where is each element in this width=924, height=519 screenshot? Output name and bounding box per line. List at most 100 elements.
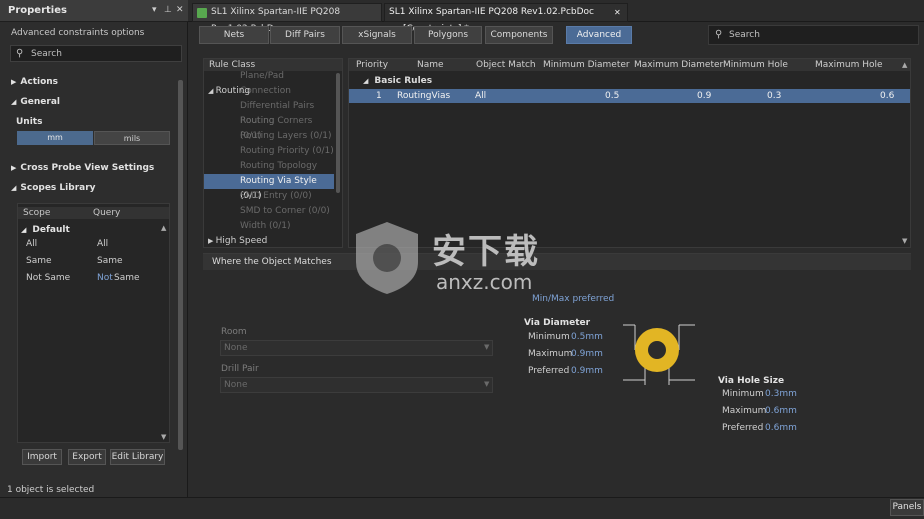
rule-group-label: Basic Rules [374, 76, 433, 86]
filter-components-button[interactable]: Components [485, 26, 553, 44]
status-bar [0, 497, 924, 519]
via-hole-max-value[interactable]: 0.6mm [765, 406, 797, 416]
panels-button[interactable]: Panels [890, 499, 924, 516]
scroll-down-icon[interactable]: ▼ [161, 433, 166, 441]
chevron-right-icon: ▶ [11, 164, 17, 172]
via-hole-preferred-label: Preferred [722, 423, 764, 433]
units-label: Units [16, 117, 43, 127]
column-header-max-diameter[interactable]: Maximum Diameter [634, 60, 723, 70]
rule-class-item[interactable]: Width (0/1) [204, 219, 334, 234]
drill-pair-select[interactable]: None ▼ [220, 377, 493, 393]
section-general[interactable]: ◢ General [11, 97, 60, 107]
scroll-down-icon[interactable]: ▼ [902, 237, 907, 245]
rule-group-basic-rules[interactable]: ◢ Basic Rules [363, 76, 432, 86]
filter-diff-pairs-button[interactable]: Diff Pairs [270, 26, 340, 44]
query-cell: Same [97, 256, 123, 266]
via-hole-title: Via Hole Size [718, 376, 785, 386]
rule-class-item[interactable]: SMD Entry (0/0) [204, 189, 334, 204]
properties-search-input[interactable]: ⚲ Search [10, 45, 182, 62]
table-row[interactable]: Not Same Not Same [18, 271, 169, 287]
rule-class-item[interactable]: ◢ Routing [204, 84, 334, 99]
column-header-object-match[interactable]: Object Match [476, 60, 536, 70]
via-diameter-preferred-label: Preferred [528, 366, 570, 376]
rule-class-item-label: Width (0/1) [240, 221, 291, 231]
section-scopes-library-label: Scopes Library [20, 183, 96, 193]
room-label: Room [221, 327, 247, 337]
via-diameter-preferred-value[interactable]: 0.9mm [571, 366, 603, 376]
constraints-search-input[interactable]: ⚲ Search [708, 25, 919, 45]
pin-icon[interactable]: ⊥ [164, 5, 172, 15]
via-hole-min-value[interactable]: 0.3mm [765, 389, 797, 399]
chevron-right-icon: ▶ [208, 237, 216, 245]
room-select[interactable]: None ▼ [220, 340, 493, 356]
rule-class-item[interactable]: Routing Priority (0/1) [204, 144, 334, 159]
object-match-cell: All [475, 91, 487, 101]
table-row[interactable]: 1 RoutingVias All 0.5 0.9 0.3 0.6 [349, 89, 910, 103]
rule-class-item[interactable]: SMD to Corner (0/0) [204, 204, 334, 219]
column-header-max-hole[interactable]: Maximum Hole [815, 60, 883, 70]
rules-table-header: Priority Name Object Match Minimum Diame… [349, 59, 910, 71]
rule-class-item[interactable]: Routing Topology (0/1) [204, 159, 334, 186]
tab-pcbdoc[interactable]: SL1 Xilinx Spartan-IIE PQ208 Rev1.02.Pcb… [192, 3, 382, 34]
properties-header: Properties ▾ ⊥ ✕ [0, 0, 188, 22]
close-icon[interactable]: ✕ [176, 5, 184, 15]
column-header-min-diameter[interactable]: Minimum Diameter [543, 60, 630, 70]
query-keyword: Not [97, 273, 113, 283]
min-hole-cell: 0.3 [767, 91, 782, 101]
scroll-up-icon[interactable]: ▲ [902, 61, 907, 69]
chevron-down-icon: ▼ [484, 380, 490, 388]
import-button[interactable]: Import [22, 449, 62, 465]
section-cross-probe[interactable]: ▶ Cross Probe View Settings [11, 163, 154, 173]
section-scopes-library[interactable]: ◢ Scopes Library [11, 183, 96, 193]
scope-cell: Same [26, 256, 52, 266]
column-header-name[interactable]: Name [417, 60, 444, 70]
column-header-priority[interactable]: Priority [356, 60, 388, 70]
rule-class-item-label: Routing Priority (0/1) [240, 146, 334, 156]
scope-column-header[interactable]: Scope [23, 208, 50, 218]
via-hole-max-label: Maximum [722, 406, 767, 416]
watermark-cn-text: 安下载 [432, 232, 540, 272]
via-diameter-min-value[interactable]: 0.5mm [571, 332, 603, 342]
scope-group-default[interactable]: ◢ Default [21, 225, 70, 235]
column-header-min-hole[interactable]: Minimum Hole [723, 60, 788, 70]
filter-polygons-button[interactable]: Polygons [414, 26, 482, 44]
close-tab-icon[interactable]: ✕ [614, 4, 621, 21]
rule-class-item[interactable]: Routing Layers (0/1) [204, 129, 334, 144]
units-option-mm[interactable]: mm [17, 131, 93, 145]
filter-advanced-button[interactable]: Advanced [566, 26, 632, 44]
document-tab-bar: SL1 Xilinx Spartan-IIE PQ208 Rev1.02.Pcb… [188, 0, 924, 34]
units-option-mils[interactable]: mils [94, 131, 170, 145]
where-object-matches-label: Where the Object Matches [212, 257, 332, 267]
table-row[interactable]: Same Same [18, 254, 169, 270]
rule-class-item[interactable]: Differential Pairs Routing [204, 99, 334, 126]
table-row[interactable]: All All [18, 237, 169, 253]
via-hole-preferred-value[interactable]: 0.6mm [765, 423, 797, 433]
rule-class-item[interactable]: ▶ High Speed [204, 234, 334, 247]
via-diameter-max-value[interactable]: 0.9mm [571, 349, 603, 359]
via-hole-min-label: Minimum [722, 389, 764, 399]
rule-class-item[interactable]: Plane/Pad Connection [204, 69, 334, 96]
section-actions[interactable]: ▶ Actions [11, 77, 58, 87]
rule-class-item[interactable]: Routing Corners (0/1) [204, 114, 334, 141]
chevron-down-icon: ◢ [363, 77, 369, 85]
section-general-label: General [20, 97, 60, 107]
edit-library-button[interactable]: Edit Library [110, 449, 165, 465]
export-button[interactable]: Export [68, 449, 106, 465]
query-column-header[interactable]: Query [93, 208, 120, 218]
min-diameter-cell: 0.5 [605, 91, 620, 101]
dropdown-icon[interactable]: ▾ [152, 5, 157, 15]
properties-title: Properties [8, 5, 67, 16]
priority-cell: 1 [376, 91, 382, 101]
chevron-down-icon: ◢ [11, 184, 17, 192]
filter-nets-button[interactable]: Nets [199, 26, 269, 44]
tab-constraints[interactable]: SL1 Xilinx Spartan-IIE PQ208 Rev1.02.Pcb… [384, 3, 628, 34]
rule-class-scrollbar[interactable] [336, 73, 340, 193]
properties-panel: Properties ▾ ⊥ ✕ Advanced constraints op… [0, 0, 188, 497]
rule-class-item[interactable]: Routing Via Style (0/1) [204, 174, 334, 201]
filter-xsignals-button[interactable]: xSignals [342, 26, 412, 44]
section-actions-label: Actions [20, 77, 59, 87]
chevron-down-icon: ◢ [21, 226, 27, 234]
room-value: None [224, 343, 248, 353]
scroll-up-icon[interactable]: ▲ [161, 224, 166, 232]
properties-scrollbar[interactable] [178, 80, 183, 450]
